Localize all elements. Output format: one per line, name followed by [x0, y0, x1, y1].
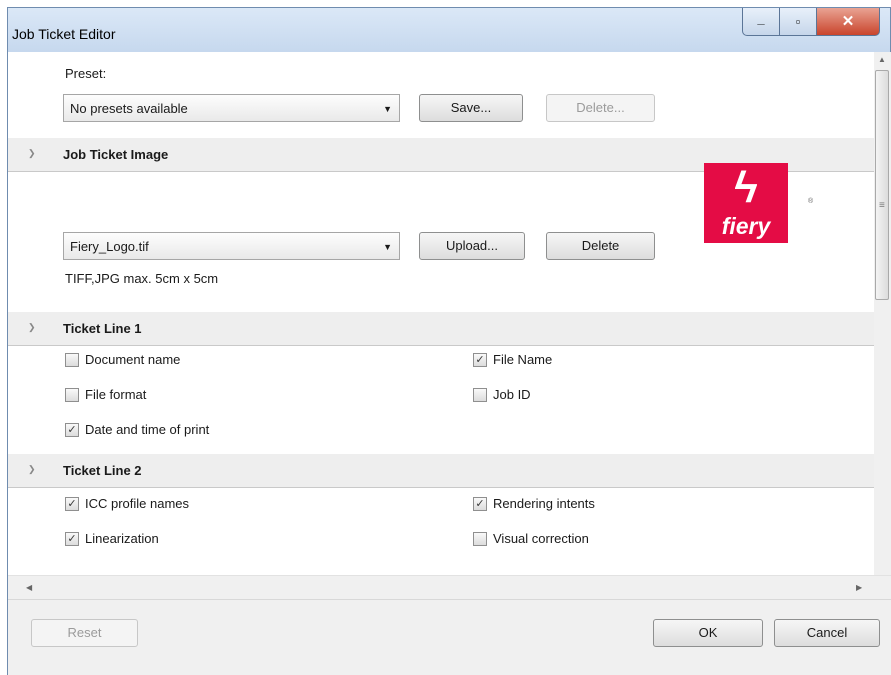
checkmark-icon: ✓ — [473, 496, 487, 511]
preset-value: No presets available — [70, 101, 188, 116]
checkbox-linearization[interactable]: ✓ Linearization — [65, 531, 159, 546]
checkmark-icon: ✓ — [65, 531, 79, 546]
minimize-icon: _ — [757, 11, 765, 26]
delete-image-button[interactable]: Delete — [546, 232, 655, 260]
checkbox-date-time[interactable]: ✓ Date and time of print — [65, 422, 209, 437]
checkbox-label: Rendering intents — [493, 496, 595, 511]
checkmark-icon: ✓ — [65, 422, 79, 437]
job-ticket-editor-window: Job Ticket Editor _ ▫ ✕ Preset: No prese… — [7, 7, 891, 675]
section-title: Ticket Line 1 — [63, 321, 142, 336]
checkbox-rendering-intents[interactable]: ✓ Rendering intents — [473, 496, 595, 511]
image-file-value: Fiery_Logo.tif — [70, 239, 149, 254]
logo-registered-mark: ® — [808, 198, 814, 205]
dialog-footer: Reset OK Cancel — [8, 599, 891, 675]
checkbox-label: Visual correction — [493, 531, 589, 546]
maximize-button[interactable]: ▫ — [779, 8, 817, 36]
checkbox-label: Date and time of print — [85, 422, 210, 437]
content-panel: Preset: No presets available ▼ Save... D… — [8, 52, 874, 599]
checkbox-document-name[interactable]: Document name — [65, 352, 180, 367]
section-ticket-line-1[interactable]: ❯ Ticket Line 1 — [8, 312, 874, 346]
vertical-scrollbar[interactable]: ▲ ≡ ▼ — [874, 52, 891, 589]
file-format-hint: TIFF,JPG max. 5cm x 5cm — [65, 271, 219, 286]
lightning-bolt-icon: ϟ — [734, 163, 758, 212]
ok-button[interactable]: OK — [653, 619, 763, 647]
checkbox-file-name[interactable]: ✓ File Name — [473, 352, 552, 367]
chevron-down-icon: ▼ — [383, 242, 392, 252]
minimize-button[interactable]: _ — [742, 8, 780, 36]
save-preset-button[interactable]: Save... — [419, 94, 523, 122]
image-file-dropdown[interactable]: Fiery_Logo.tif ▼ — [63, 232, 400, 260]
checkbox-icon — [473, 387, 487, 402]
collapse-chevron-icon: ❯ — [28, 322, 36, 332]
close-icon: ✕ — [841, 13, 855, 30]
preset-dropdown[interactable]: No presets available ▼ — [63, 94, 400, 122]
section-title: Job Ticket Image — [63, 147, 169, 162]
reset-button[interactable]: Reset — [31, 619, 138, 647]
window-title: Job Ticket Editor — [12, 26, 116, 42]
section-title: Ticket Line 2 — [63, 463, 142, 478]
checkbox-icon — [473, 531, 487, 546]
checkmark-icon: ✓ — [473, 352, 487, 367]
grip-icon: ≡ — [879, 200, 885, 211]
checkbox-label: ICC profile names — [85, 496, 190, 511]
horizontal-scrollbar[interactable]: ◀ ▶ — [8, 575, 891, 599]
fiery-logo-image: ϟ fiery — [704, 163, 788, 243]
scroll-thumb[interactable]: ≡ — [875, 70, 889, 300]
scroll-right-arrow-icon[interactable]: ▶ — [856, 583, 862, 592]
checkbox-job-id[interactable]: Job ID — [473, 387, 531, 402]
collapse-chevron-icon: ❯ — [28, 148, 36, 158]
checkmark-icon: ✓ — [65, 496, 79, 511]
checkbox-label: Linearization — [85, 531, 159, 546]
title-bar[interactable]: Job Ticket Editor _ ▫ ✕ — [8, 8, 890, 52]
checkbox-label: Job ID — [493, 387, 531, 402]
logo-text: fiery — [721, 213, 771, 239]
cancel-button[interactable]: Cancel — [774, 619, 880, 647]
checkbox-file-format[interactable]: File format — [65, 387, 146, 402]
checkbox-icon — [65, 387, 79, 402]
checkbox-label: File format — [85, 387, 147, 402]
maximize-icon: ▫ — [795, 14, 801, 29]
close-button[interactable]: ✕ — [816, 8, 880, 36]
collapse-chevron-icon: ❯ — [28, 464, 36, 474]
upload-button[interactable]: Upload... — [419, 232, 525, 260]
checkbox-label: Document name — [85, 352, 181, 367]
scroll-up-arrow-icon[interactable]: ▲ — [878, 55, 886, 64]
checkbox-visual-correction[interactable]: Visual correction — [473, 531, 589, 546]
preset-label: Preset: — [65, 66, 107, 81]
chevron-down-icon: ▼ — [383, 104, 392, 114]
scroll-left-arrow-icon[interactable]: ◀ — [26, 583, 32, 592]
delete-preset-button[interactable]: Delete... — [546, 94, 655, 122]
checkbox-icon — [65, 352, 79, 367]
section-ticket-line-2[interactable]: ❯ Ticket Line 2 — [8, 454, 874, 488]
checkbox-label: File Name — [493, 352, 553, 367]
checkbox-icc-profile-names[interactable]: ✓ ICC profile names — [65, 496, 189, 511]
